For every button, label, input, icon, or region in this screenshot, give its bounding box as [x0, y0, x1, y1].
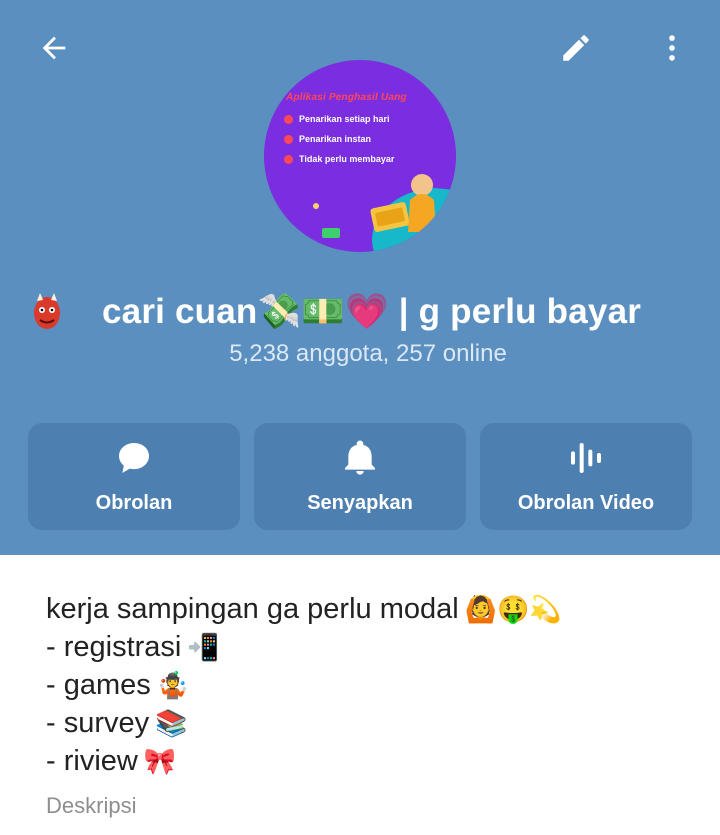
- ogre-emoji-icon: [34, 293, 60, 329]
- group-title-row: cari cuan💸💵💗 | g perlu bayar: [30, 285, 710, 337]
- description-line: - registrasi 📲: [46, 631, 220, 663]
- title-emoji: [30, 290, 64, 332]
- video-chat-button[interactable]: Obrolan Video: [480, 423, 692, 530]
- bell-icon: [345, 440, 375, 475]
- chat-bubble-icon: [119, 443, 149, 473]
- action-buttons: Obrolan Senyapkan Obrolan Video: [28, 423, 692, 530]
- more-options-button[interactable]: [648, 24, 696, 72]
- arrow-left-icon: [42, 36, 66, 60]
- description-line: kerja sampingan ga perlu modal 🙆🤑💫: [46, 593, 562, 625]
- pencil-icon: [563, 35, 589, 61]
- avatar-illustration: [313, 174, 456, 252]
- description-line: - games 🤹: [46, 669, 190, 701]
- group-title: cari cuan💸💵💗 | g perlu bayar: [102, 291, 642, 331]
- description-line: - riview 🎀: [46, 745, 177, 777]
- group-description: kerja sampingan ga perlu modal 🙆🤑💫 - regi…: [46, 590, 706, 780]
- profile-header: Aplikasi Penghasil Uang Penarikan setiap…: [0, 0, 720, 555]
- edit-button[interactable]: [552, 24, 600, 72]
- more-vertical-icon: [669, 35, 675, 61]
- mute-button-label: Senyapkan: [307, 492, 413, 514]
- voice-wave-icon: [571, 443, 601, 473]
- video-chat-button-label: Obrolan Video: [517, 492, 655, 514]
- member-count: 5,238 anggota, 257 online: [229, 340, 507, 367]
- mute-button[interactable]: Senyapkan: [254, 423, 466, 530]
- description-line: - survey 📚: [46, 707, 188, 739]
- group-avatar[interactable]: Aplikasi Penghasil Uang Penarikan setiap…: [264, 60, 456, 252]
- chat-button-label: Obrolan: [95, 492, 173, 514]
- back-button[interactable]: [30, 24, 78, 72]
- description-label: Deskripsi: [46, 793, 137, 818]
- chat-button[interactable]: Obrolan: [28, 423, 240, 530]
